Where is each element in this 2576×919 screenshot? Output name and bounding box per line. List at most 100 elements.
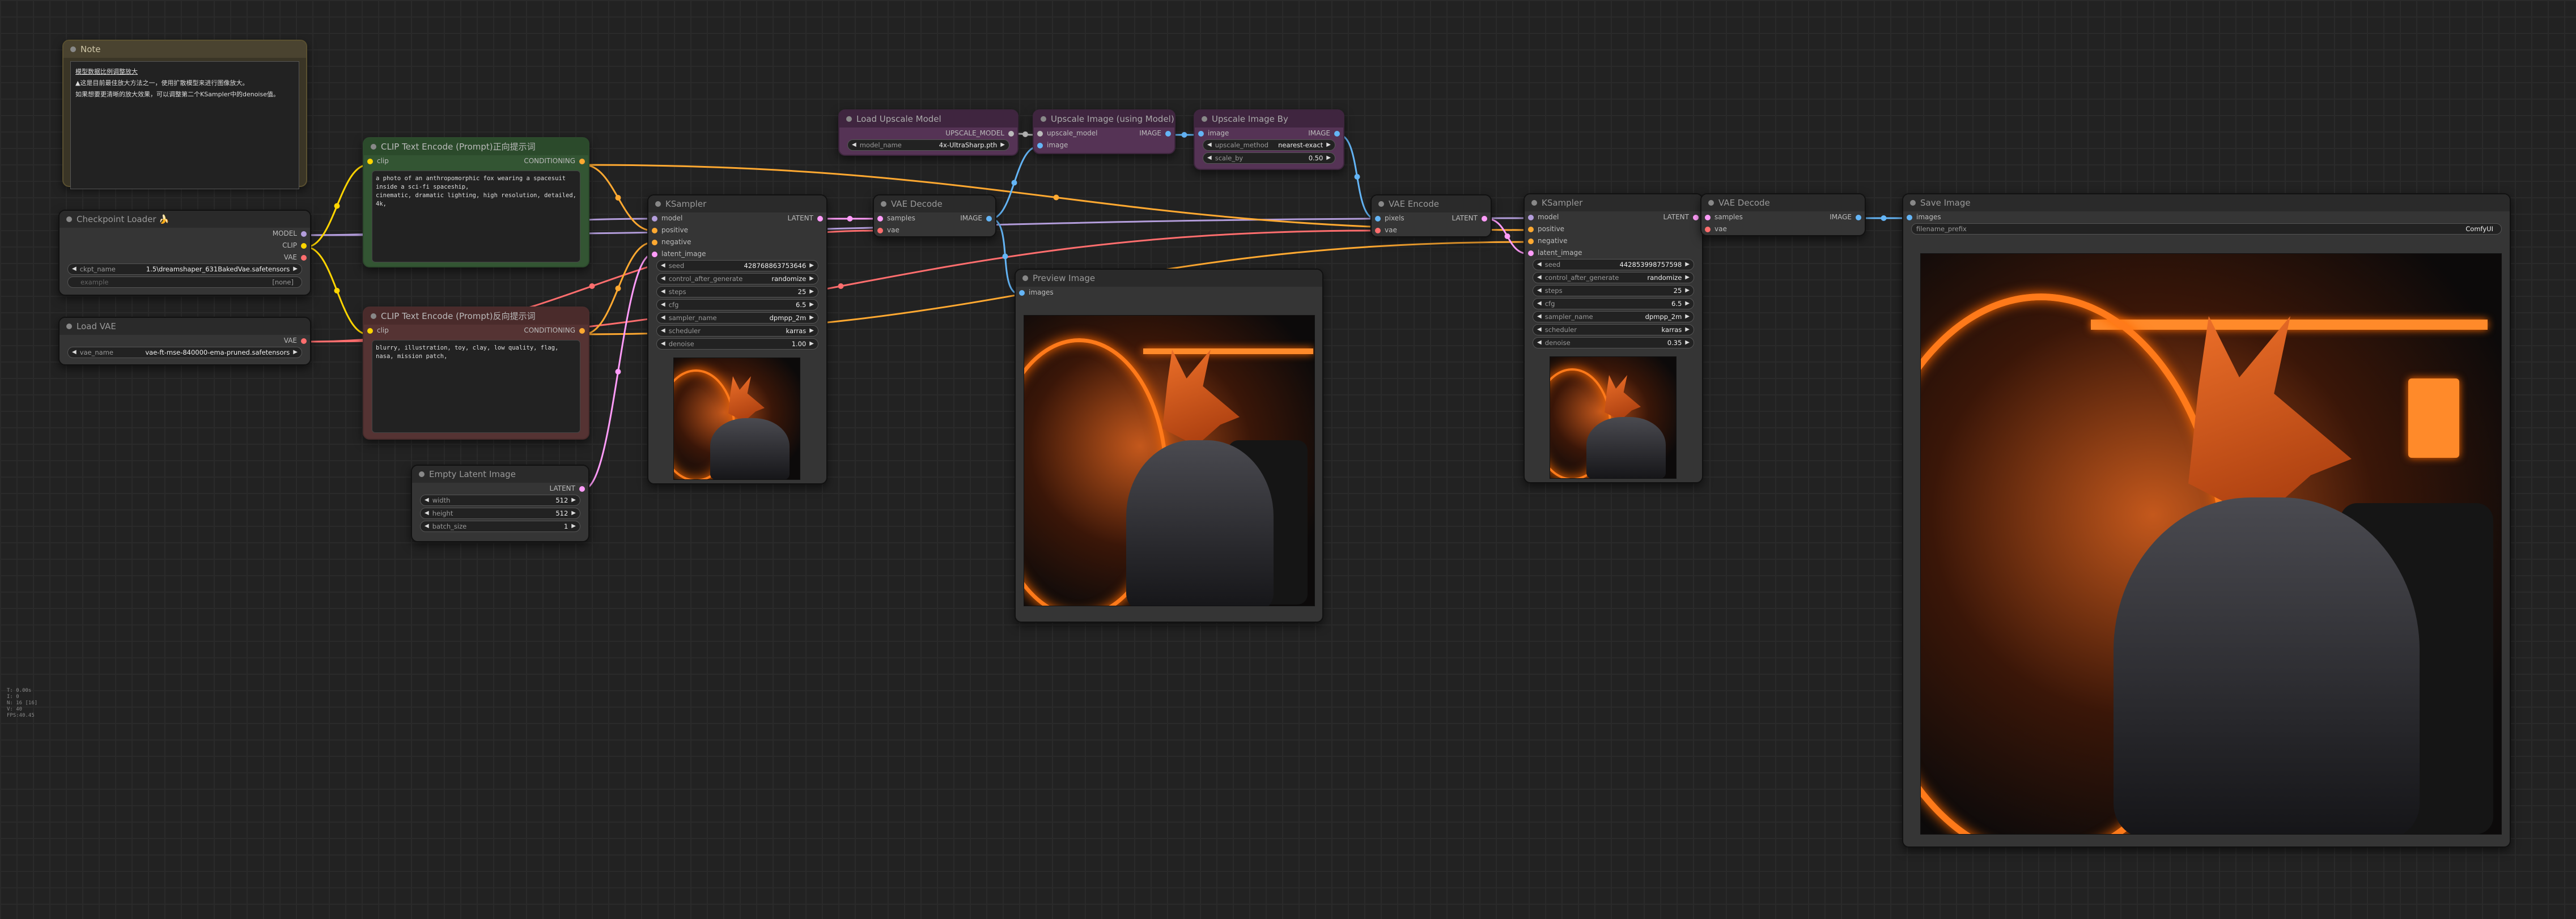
slot-dot-icon[interactable]: [367, 158, 373, 164]
upscale-image-by-node[interactable]: Upscale Image By image IMAGE ◀ upscale_me…: [1194, 109, 1344, 170]
slot-dot-icon[interactable]: [877, 215, 883, 222]
link-conditioning[interactable]: [583, 164, 653, 232]
arrow-right-icon[interactable]: ▶: [1685, 273, 1690, 283]
arrow-right-icon[interactable]: ▶: [809, 313, 814, 323]
upscale-by-title-bar[interactable]: Upscale Image By: [1195, 110, 1343, 127]
output-upscale-model[interactable]: UPSCALE_MODEL: [945, 127, 1014, 139]
ksampler-title-bar[interactable]: KSampler: [1525, 194, 1702, 211]
arrow-right-icon[interactable]: ▶: [809, 339, 814, 349]
scheduler-combo[interactable]: ◀ scheduler karras ▶: [656, 325, 818, 337]
slot-dot-icon[interactable]: [1334, 130, 1340, 137]
arrow-right-icon[interactable]: ▶: [1685, 299, 1690, 309]
arrow-left-icon[interactable]: ◀: [661, 300, 665, 310]
collapse-dot-icon[interactable]: [66, 216, 72, 222]
slot-dot-icon[interactable]: [301, 242, 307, 249]
clip-text-encode-negative-node[interactable]: CLIP Text Encode (Prompt)反向提示词 clip COND…: [363, 307, 589, 440]
input-images[interactable]: images: [1019, 287, 1054, 299]
output-conditioning[interactable]: CONDITIONING: [524, 325, 585, 337]
link-latent[interactable]: [583, 253, 653, 490]
collapse-dot-icon[interactable]: [70, 46, 76, 52]
slot-dot-icon[interactable]: [1856, 214, 1861, 220]
link-midpoint-latent[interactable]: [615, 369, 621, 375]
collapse-dot-icon[interactable]: [419, 471, 425, 477]
output-vae[interactable]: VAE: [284, 252, 307, 263]
load-vae-node[interactable]: Load VAE VAE ◀ vae_name vae-ft-mse-84000…: [58, 317, 311, 365]
arrow-right-icon[interactable]: ▶: [571, 495, 576, 505]
link-midpoint-latent[interactable]: [847, 216, 853, 222]
slot-dot-icon[interactable]: [1705, 226, 1711, 232]
input-latent-image[interactable]: latent_image: [1528, 247, 1582, 259]
arrow-left-icon[interactable]: ◀: [72, 264, 77, 274]
link-midpoint-vae[interactable]: [589, 283, 595, 289]
arrow-right-icon[interactable]: ▶: [1685, 259, 1690, 270]
note-text[interactable]: 模型数据比例调整放大 ▲这是目前最佳放大方法之一，使用扩散模型来进行图像放大。 …: [70, 61, 299, 189]
collapse-dot-icon[interactable]: [1022, 275, 1028, 281]
arrow-left-icon[interactable]: ◀: [425, 495, 429, 505]
collapse-dot-icon[interactable]: [1910, 200, 1916, 206]
output-latent[interactable]: LATENT: [788, 212, 823, 224]
output-conditioning[interactable]: CONDITIONING: [524, 155, 585, 167]
link-midpoint-conditioning[interactable]: [615, 286, 621, 291]
arrow-left-icon[interactable]: ◀: [1537, 299, 1542, 309]
sampler-name-combo[interactable]: ◀ sampler_name dpmpp_2m ▶: [656, 312, 818, 324]
output-latent[interactable]: LATENT: [550, 483, 585, 495]
arrow-left-icon[interactable]: ◀: [425, 521, 429, 531]
collapse-dot-icon[interactable]: [66, 324, 72, 329]
arrow-left-icon[interactable]: ◀: [1537, 286, 1542, 296]
input-positive[interactable]: positive: [652, 224, 688, 236]
slot-dot-icon[interactable]: [1528, 238, 1534, 244]
height-number[interactable]: ◀ height 512 ▶: [420, 508, 580, 519]
filename-prefix-field[interactable]: filename_prefix ComfyUI: [1911, 223, 2502, 235]
ksampler-title-bar[interactable]: KSampler: [648, 195, 826, 212]
scheduler-combo[interactable]: ◀ scheduler karras ▶: [1533, 324, 1694, 335]
arrow-left-icon[interactable]: ◀: [72, 347, 77, 358]
arrow-left-icon[interactable]: ◀: [1537, 325, 1542, 335]
empty-latent-title-bar[interactable]: Empty Latent Image: [412, 466, 588, 483]
arrow-left-icon[interactable]: ◀: [1537, 312, 1542, 322]
arrow-right-icon[interactable]: ▶: [1326, 153, 1331, 163]
arrow-right-icon[interactable]: ▶: [571, 508, 576, 518]
arrow-left-icon[interactable]: ◀: [661, 326, 665, 336]
arrow-left-icon[interactable]: ◀: [1207, 140, 1212, 150]
checkpoint-loader-node[interactable]: Checkpoint Loader 🍌 MODEL CLIP VAE ◀ ckp…: [58, 210, 311, 296]
slot-dot-icon[interactable]: [367, 327, 373, 334]
preview-image-title-bar[interactable]: Preview Image: [1016, 270, 1322, 287]
arrow-left-icon[interactable]: ◀: [1537, 273, 1542, 283]
output-image[interactable]: IMAGE: [1830, 211, 1861, 223]
denoise-number[interactable]: ◀ denoise 0.35 ▶: [1533, 337, 1694, 348]
vae-encode-node[interactable]: VAE Encode pixels LATENT vae: [1370, 194, 1492, 237]
output-image[interactable]: IMAGE: [1308, 127, 1340, 139]
input-images[interactable]: images: [1907, 211, 1941, 223]
prompt-textarea[interactable]: a photo of an anthropomorphic fox wearin…: [372, 171, 580, 262]
collapse-dot-icon[interactable]: [1708, 200, 1714, 206]
slot-dot-icon[interactable]: [1037, 142, 1043, 148]
slot-dot-icon[interactable]: [652, 251, 657, 257]
arrow-right-icon[interactable]: ▶: [1685, 338, 1690, 348]
arrow-left-icon[interactable]: ◀: [1537, 338, 1542, 348]
ckpt-name-combo[interactable]: ◀ ckpt_name 1.5\dreamshaper_631BakedVae.…: [67, 263, 302, 275]
denoise-number[interactable]: ◀ denoise 1.00 ▶: [656, 338, 818, 350]
link-clip[interactable]: [305, 246, 368, 335]
link-midpoint-conditioning[interactable]: [615, 195, 621, 201]
link-midpoint-image[interactable]: [1002, 253, 1008, 259]
input-negative[interactable]: negative: [652, 236, 691, 248]
scale-by-number[interactable]: ◀ scale_by 0.50 ▶: [1203, 152, 1335, 164]
control-after-generate-combo[interactable]: ◀ control_after_generate randomize ▶: [656, 273, 818, 284]
arrow-left-icon[interactable]: ◀: [1537, 259, 1542, 270]
vae-name-combo[interactable]: ◀ vae_name vae-ft-mse-840000-ema-pruned.…: [67, 347, 302, 358]
example-field[interactable]: example [none]: [67, 276, 302, 288]
input-upscale-model[interactable]: upscale_model: [1037, 127, 1098, 139]
vae-decode-node-2[interactable]: VAE Decode samples IMAGE vae: [1700, 193, 1866, 236]
link-midpoint-image[interactable]: [1181, 132, 1187, 138]
arrow-left-icon[interactable]: ◀: [1207, 153, 1212, 163]
arrow-right-icon[interactable]: ▶: [809, 274, 814, 284]
link-clip[interactable]: [305, 164, 368, 248]
arrow-right-icon[interactable]: ▶: [809, 300, 814, 310]
arrow-left-icon[interactable]: ◀: [661, 313, 665, 323]
link-latent[interactable]: [1486, 218, 1529, 255]
output-image[interactable]: IMAGE: [1139, 127, 1171, 139]
link-image[interactable]: [990, 146, 1038, 220]
output-model[interactable]: MODEL: [273, 228, 307, 240]
upscale-method-combo[interactable]: ◀ upscale_method nearest-exact ▶: [1203, 139, 1335, 151]
batch-size-number[interactable]: ◀ batch_size 1 ▶: [420, 521, 580, 532]
